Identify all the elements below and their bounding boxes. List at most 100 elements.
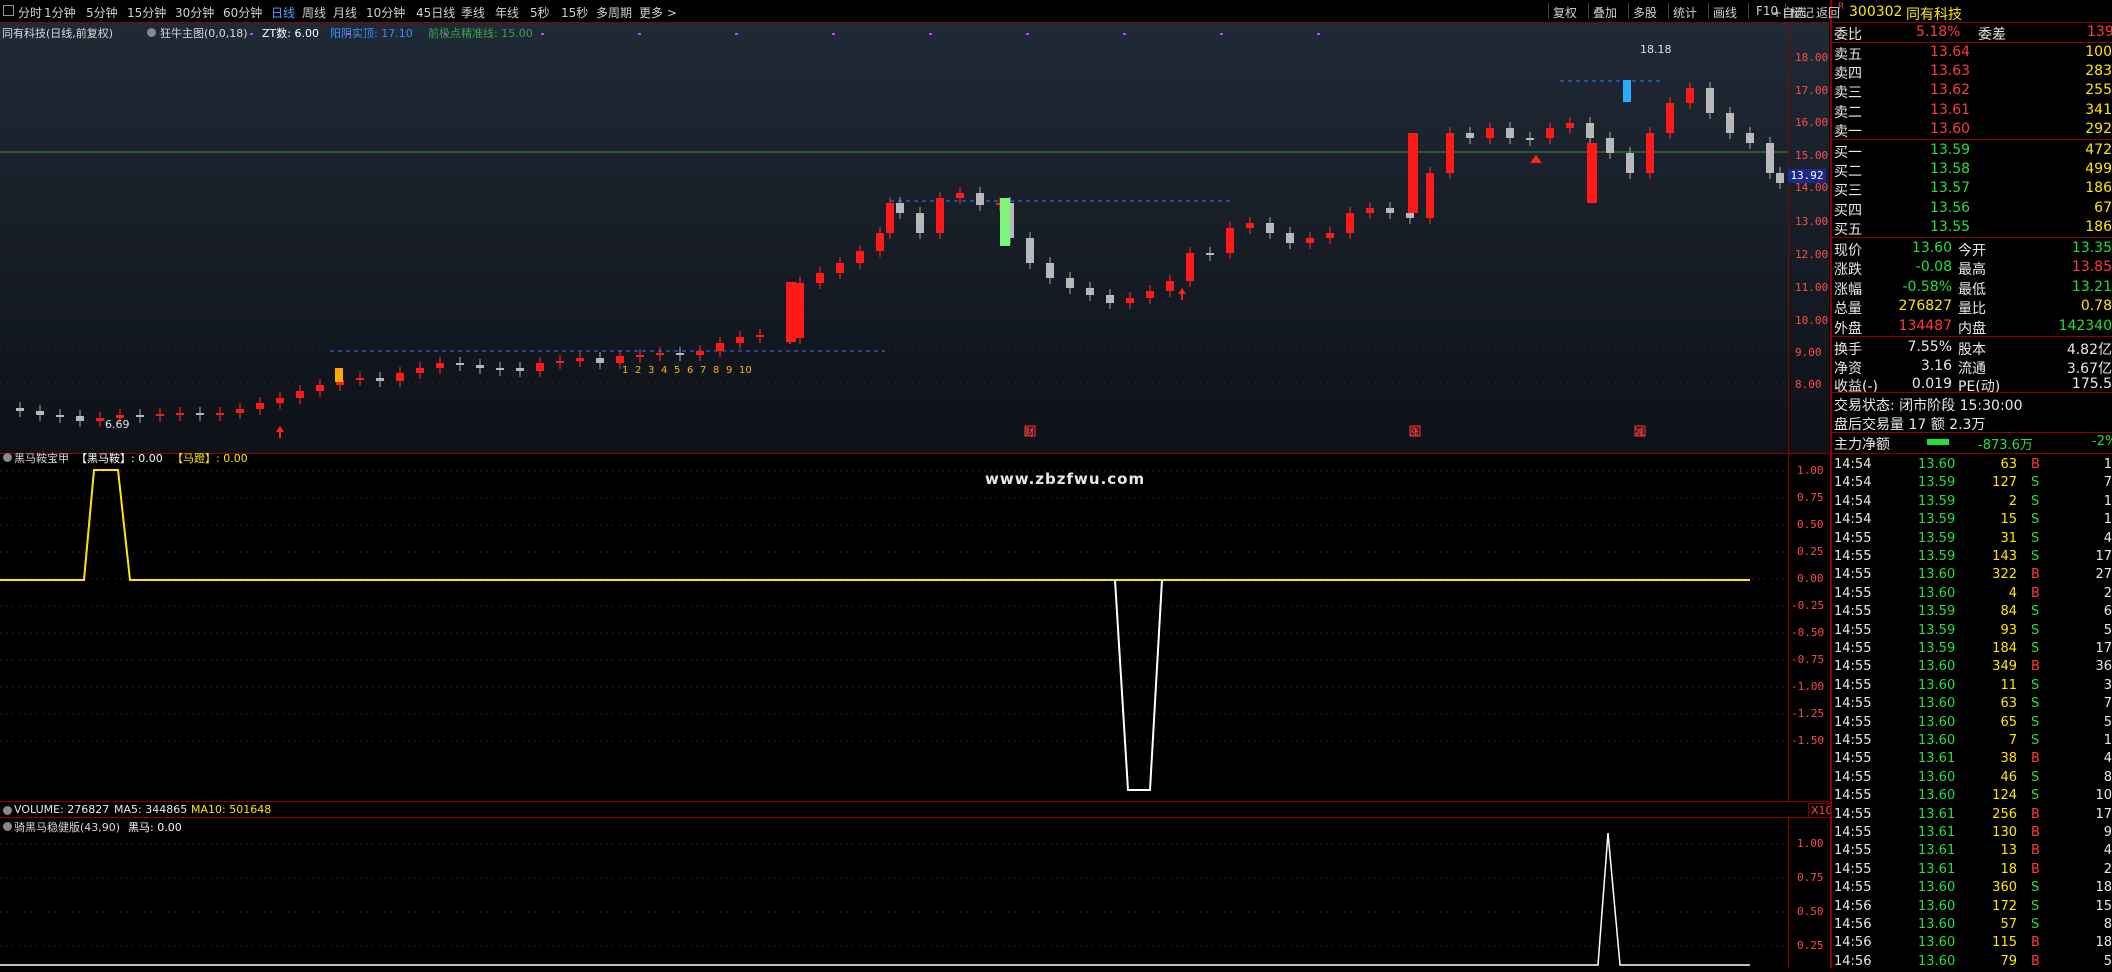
candle-body [16, 408, 24, 411]
tab-more[interactable]: 更多 > [639, 4, 677, 21]
tab-5sec[interactable]: 5秒 [530, 4, 550, 21]
overlay-button[interactable]: 叠加 [1593, 4, 1617, 21]
tab-weekly[interactable]: 周线 [302, 4, 326, 21]
candle-body [1586, 123, 1594, 138]
tick-side: S [2031, 549, 2040, 564]
bid-volume: 499 [2085, 161, 2112, 178]
tick-price: 13.60 [1918, 953, 1956, 969]
candle-body [1166, 281, 1174, 291]
tick-count: 27 [2095, 567, 2112, 583]
tab-fenshi[interactable]: 分时 [18, 4, 42, 21]
tab-60min[interactable]: 60分钟 [223, 4, 262, 21]
ask-volume: 255 [2085, 82, 2112, 99]
tab-10min[interactable]: 10分钟 [366, 4, 405, 21]
wei-cha-value: 139 [2087, 24, 2112, 40]
candle-body [716, 343, 724, 351]
tick-time: 14:56 [1834, 935, 1872, 951]
ask-price: 13.64 [1930, 44, 1971, 60]
candle-body [596, 358, 604, 363]
tab-5min[interactable]: 5分钟 [86, 4, 118, 21]
stock-name[interactable]: 同有科技 [1906, 4, 1962, 24]
ask-row[interactable]: 卖五 13.64 100 [1832, 43, 2112, 63]
multi-stock-button[interactable]: 多股 [1633, 4, 1657, 21]
tab-quarterly[interactable]: 季线 [461, 4, 485, 21]
candle-body [1266, 223, 1274, 233]
panel1-tick: -1.50 [1791, 734, 1825, 747]
candle-body [1646, 133, 1654, 173]
tick-count: 5 [2103, 714, 2112, 730]
stat-value: 142340 [2058, 317, 2112, 334]
tick-price: 13.61 [1918, 843, 1956, 859]
candle-body [816, 273, 824, 283]
candle-body [436, 363, 444, 368]
tick-volume: 93 [2000, 622, 2017, 638]
tab-45day[interactable]: 45日线 [416, 4, 455, 21]
tab-multi-period[interactable]: 多周期 [596, 4, 632, 21]
tab-yearly[interactable]: 年线 [495, 4, 519, 21]
tick-side: B [2031, 751, 2040, 767]
tab-15min[interactable]: 15分钟 [127, 4, 166, 21]
menu-icon[interactable] [3, 5, 14, 16]
ask-row[interactable]: 卖一 13.60 292 [1832, 120, 2112, 140]
candle-body [1506, 128, 1514, 138]
panel2-plot [0, 832, 1788, 966]
tab-daily[interactable]: 日线 [271, 4, 295, 21]
stats-button[interactable]: 统计 [1673, 4, 1697, 21]
quote-stat-row: 现价 13.60 今开 13.35 [1832, 239, 2112, 259]
candle-body [1546, 128, 1554, 138]
stat-label: 最高 [1958, 262, 1986, 279]
tick-time: 14:55 [1834, 659, 1872, 675]
tick-price: 13.61 [1918, 751, 1956, 767]
tick-count: 1 [2103, 512, 2112, 528]
panel1-axis: 1.00 0.75 0.50 0.25 0.00 -0.25 -0.50 -0.… [1788, 453, 1830, 801]
add-watchlist-label[interactable]: +自选 [1772, 4, 1806, 21]
candle-body [1406, 213, 1414, 218]
tab-monthly[interactable]: 月线 [333, 4, 357, 21]
tab-30min[interactable]: 30分钟 [175, 4, 214, 21]
back-label[interactable]: 返回 [1816, 4, 1840, 21]
volume-settings-icon[interactable] [3, 806, 12, 815]
tick-row: 14:55 13.59 184 S 17 [1832, 639, 2112, 659]
candle-body [1776, 173, 1784, 183]
candle-body [496, 368, 504, 370]
bid-row[interactable]: 买一 13.59 472 [1832, 141, 2112, 161]
candle-body [1226, 228, 1234, 253]
volume-bar[interactable]: VOLUME: 276827 MA5: 344865 MA10: 501648 … [0, 801, 1843, 818]
panel1-tick: -1.00 [1791, 680, 1825, 693]
ask-row[interactable]: 卖二 13.61 341 [1832, 101, 2112, 121]
candle-body [956, 193, 964, 198]
stock-code[interactable]: 300302 [1849, 4, 1902, 20]
tick-volume: 18 [2000, 861, 2017, 877]
tick-volume: 84 [2000, 604, 2017, 620]
quote-stat-row: 涨跌 -0.08 最高 13.85 [1832, 258, 2112, 279]
bid-row[interactable]: 买二 13.58 499 [1832, 160, 2112, 180]
tick-time: 14:56 [1834, 953, 1872, 969]
tab-1min[interactable]: 1分钟 [44, 4, 76, 21]
top-mark [347, 33, 350, 35]
ask-row[interactable]: 卖四 13.63 283 [1832, 62, 2112, 82]
bid-row[interactable]: 买四 13.56 67 [1832, 199, 2112, 219]
fuquan-button[interactable]: 复权 [1553, 4, 1577, 21]
count-label: 10 [739, 365, 752, 376]
ask-row[interactable]: 卖三 13.62 255 [1832, 81, 2112, 101]
wei-bi-label: 委比 [1834, 27, 1862, 43]
tab-15sec[interactable]: 15秒 [561, 4, 588, 21]
tick-volume: 11 [2000, 677, 2017, 693]
ask-volume: 100 [2085, 44, 2112, 60]
quote-stat-row: 涨幅 -0.58% 最低 13.21 [1832, 278, 2112, 298]
tick-time: 14:55 [1834, 530, 1872, 546]
tick-volume: 15 [2000, 512, 2017, 528]
draw-line-button[interactable]: 画线 [1713, 4, 1737, 21]
top-mark [1123, 33, 1126, 35]
bid-price: 13.56 [1930, 199, 1971, 216]
bid-row[interactable]: 买三 13.57 186 [1832, 179, 2112, 199]
candle-body [1426, 173, 1434, 218]
panel1-tick: -0.25 [1791, 599, 1825, 612]
candle-body [976, 193, 984, 205]
candle-body [1106, 295, 1114, 303]
bid-row[interactable]: 买五 13.55 186 [1832, 218, 2112, 238]
bid-label: 买一 [1834, 145, 1862, 161]
candle-body [236, 409, 244, 413]
candle-body [1186, 253, 1194, 281]
candle-body [1046, 263, 1054, 278]
